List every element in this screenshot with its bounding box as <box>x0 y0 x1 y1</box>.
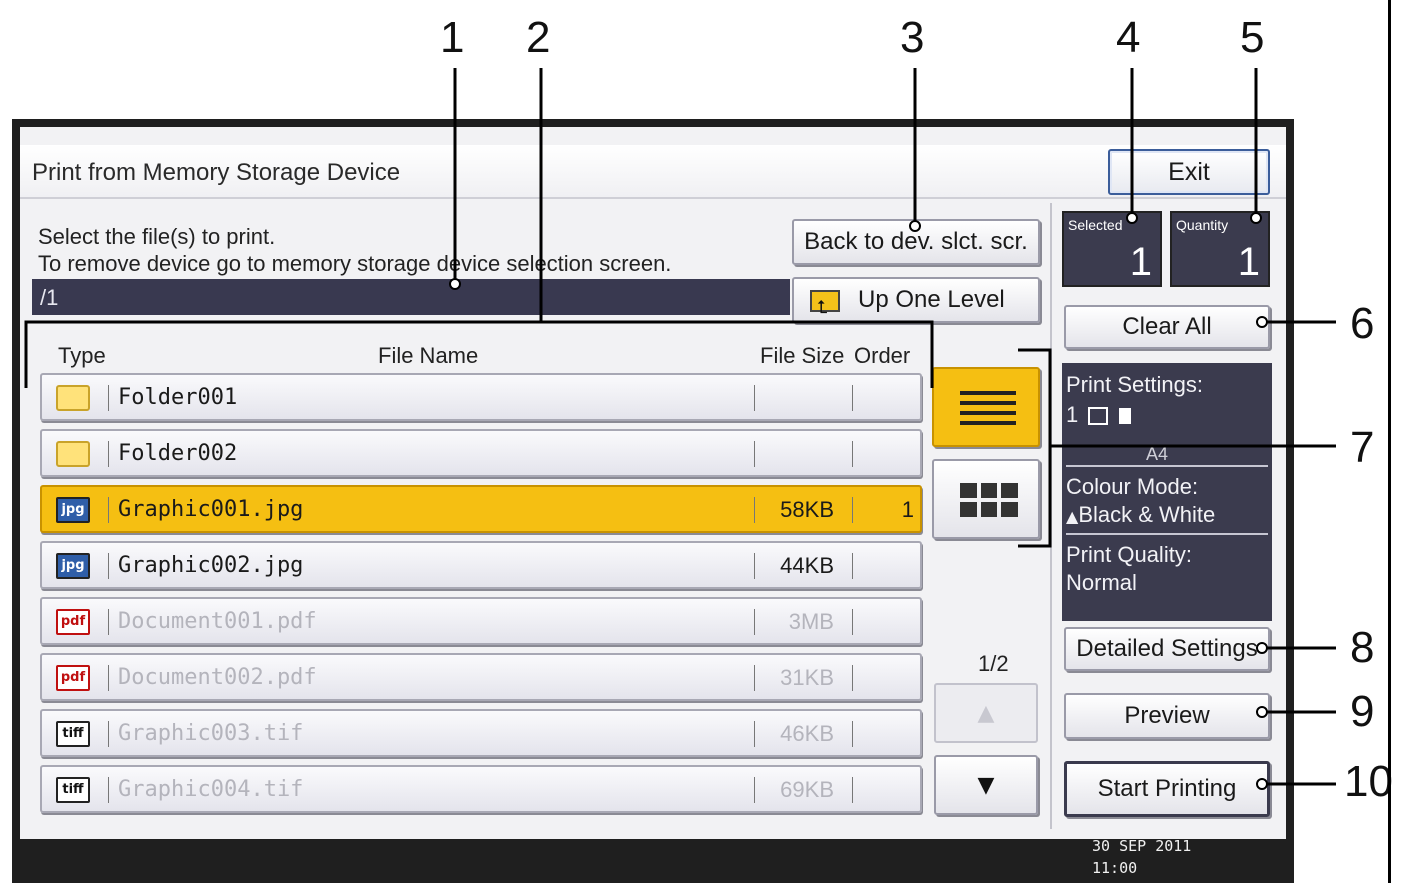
leader-dot <box>1256 778 1268 790</box>
leader-dot <box>1126 212 1138 224</box>
callout-leader-lines <box>24 68 1336 790</box>
leader-dot <box>1256 706 1268 718</box>
leader-dot <box>1256 316 1268 328</box>
leader-dot <box>1250 212 1262 224</box>
leader-dot <box>1256 642 1268 654</box>
leader-2-bracket <box>24 320 934 388</box>
leader-dot <box>449 278 461 290</box>
leader-dot <box>909 220 921 232</box>
leader-7-bracket <box>1018 348 1052 548</box>
